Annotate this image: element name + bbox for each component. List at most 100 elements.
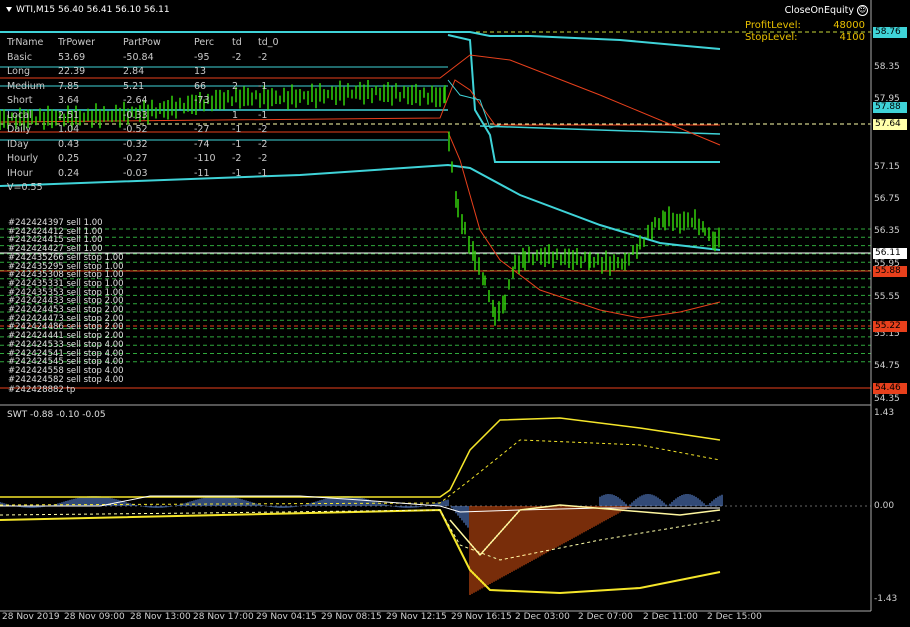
table-cell: -2 — [258, 51, 268, 63]
time-tick: 28 Nov 2019 — [2, 612, 60, 622]
table-cell: -2 — [258, 124, 268, 135]
price-label-box: 57.64 — [873, 119, 907, 130]
table-cell: TrName — [7, 37, 44, 48]
table-cell: 0.24 — [58, 167, 80, 179]
price-tick: 54.35 — [874, 394, 900, 404]
table-cell: -1 — [258, 109, 268, 121]
time-tick: 2 Dec 07:00 — [578, 612, 633, 622]
table-cell: 3.64 — [58, 95, 80, 106]
table-cell: Hourly — [7, 153, 39, 164]
price-tick: 58.35 — [874, 62, 900, 72]
close-on-equity-label[interactable]: CloseOnEquity ☺ — [785, 5, 868, 16]
table-cell: -74 — [194, 138, 210, 150]
table-cell: Basic — [7, 51, 33, 63]
symbol-header: WTI,M15 56.40 56.41 56.10 56.11 — [6, 5, 170, 15]
table-cell: 0.43 — [58, 138, 80, 150]
table-cell: -2 — [258, 138, 268, 150]
time-tick: 29 Nov 04:15 — [256, 612, 317, 622]
price-tick: 56.75 — [874, 194, 900, 204]
table-cell: Medium — [7, 80, 45, 92]
table-cell: 53.69 — [58, 51, 86, 63]
table-cell: 2 — [232, 80, 239, 92]
table-cell: -2 — [232, 153, 242, 164]
time-tick: 29 Nov 08:15 — [321, 612, 382, 622]
table-cell: 2.84 — [123, 66, 145, 77]
cyan-step-line — [447, 34, 720, 163]
table-cell: 13 — [194, 66, 207, 77]
table-cell: IHour — [7, 167, 33, 179]
volume-footer: V=0.55 — [7, 182, 43, 193]
time-tick: 2 Dec 11:00 — [643, 612, 698, 622]
dropdown-triangle-icon[interactable] — [6, 7, 12, 12]
table-cell: 22.39 — [58, 66, 86, 77]
table-cell: 66 — [194, 80, 207, 92]
price-label-box: 58.76 — [873, 27, 907, 38]
table-cell: -50.84 — [123, 51, 154, 63]
table-cell: Daily — [7, 124, 32, 135]
table-row: IDay 0.43 -0.32 -74 -1 -2 — [7, 139, 288, 154]
table-cell: 0.25 — [58, 153, 80, 164]
price-tick: 55.55 — [874, 292, 900, 302]
time-tick: 2 Dec 15:00 — [707, 612, 762, 622]
table-cell: Short — [7, 95, 33, 106]
table-cell: -0.03 — [123, 167, 148, 179]
table-cell: -2.64 — [123, 95, 148, 106]
table-row: Basic 53.69 -50.84 -95 -2 -2 — [7, 52, 288, 67]
profit-level-label: ProfitLevel: — [745, 20, 801, 31]
table-cell: -2 — [232, 51, 242, 63]
price-label-box: 56.11 — [873, 248, 907, 259]
price-label-box: 57.88 — [873, 102, 907, 113]
price-label-box: 55.88 — [873, 266, 907, 277]
table-cell: -95 — [194, 51, 210, 63]
table-row: IHour 0.24 -0.03 -11 -1 -1 — [7, 168, 288, 183]
table-cell: -0.27 — [123, 153, 148, 164]
time-tick: 29 Nov 16:15 — [451, 612, 512, 622]
table-header-row: TrName TrPower PartPow Perc td td_0 — [7, 37, 288, 52]
table-row: Hourly 0.25 -0.27 -110 -2 -2 — [7, 153, 288, 168]
indicator-tick: 1.43 — [874, 408, 895, 418]
table-row: Short 3.64 -2.64 -73 — [7, 95, 288, 110]
smiley-icon: ☺ — [857, 5, 868, 16]
table-cell: 1.04 — [58, 124, 80, 135]
time-tick: 28 Nov 13:00 — [130, 612, 191, 622]
table-cell: -0.32 — [123, 138, 148, 150]
table-row: Daily 1.04 -0.52 -27 -1 -2 — [7, 124, 288, 139]
table-cell: Perc — [194, 37, 215, 48]
price-label-box: 55.22 — [873, 321, 907, 332]
table-cell: td — [232, 37, 242, 48]
table-cell: Local — [7, 109, 32, 121]
profit-level-value: 48000 — [833, 20, 865, 31]
table-cell: 2.51 — [58, 109, 80, 121]
table-cell — [232, 95, 258, 110]
time-tick: 29 Nov 12:15 — [386, 612, 447, 622]
table-row: Medium 7.85 5.21 66 2 -1 — [7, 81, 288, 96]
symbol-quote: WTI,M15 56.40 56.41 56.10 56.11 — [16, 5, 170, 15]
table-cell: -1 — [232, 124, 242, 135]
table-cell: TrPower — [58, 37, 96, 48]
table-cell: -110 — [194, 153, 216, 164]
table-row: Long 22.39 2.84 13 — [7, 66, 288, 81]
tp-label: #242428882 tp — [8, 385, 76, 395]
table-cell: -27 — [194, 124, 210, 135]
table-cell: -1 — [232, 167, 242, 179]
table-cell: -1 — [258, 80, 268, 92]
table-cell: 7.85 — [58, 80, 80, 92]
table-cell: PartPow — [123, 37, 161, 48]
stop-level-value: 4100 — [839, 32, 865, 43]
price-tick: 57.15 — [874, 162, 900, 172]
table-cell: -1 — [232, 138, 242, 150]
table-cell: IDay — [7, 138, 29, 150]
price-tick: 56.35 — [874, 226, 900, 236]
table-cell: -2 — [258, 153, 268, 164]
profit-stop-panel: ProfitLevel: 48000 StopLevel: 4100 — [745, 20, 865, 44]
yellow-upper-line — [0, 417, 721, 498]
yellow-lower-line — [0, 508, 721, 595]
table-cell: 5.21 — [123, 80, 145, 92]
indicator-title: SWT -0.88 -0.10 -0.05 — [7, 410, 106, 420]
indicator-tick: 0.00 — [874, 501, 895, 511]
table-cell — [258, 95, 288, 110]
table-cell — [232, 66, 258, 81]
indicator-tick: -1.43 — [874, 594, 898, 604]
time-tick: 28 Nov 09:00 — [64, 612, 125, 622]
trend-power-table: TrName TrPower PartPow Perc td td_0 Basic 53.69… — [7, 37, 288, 193]
